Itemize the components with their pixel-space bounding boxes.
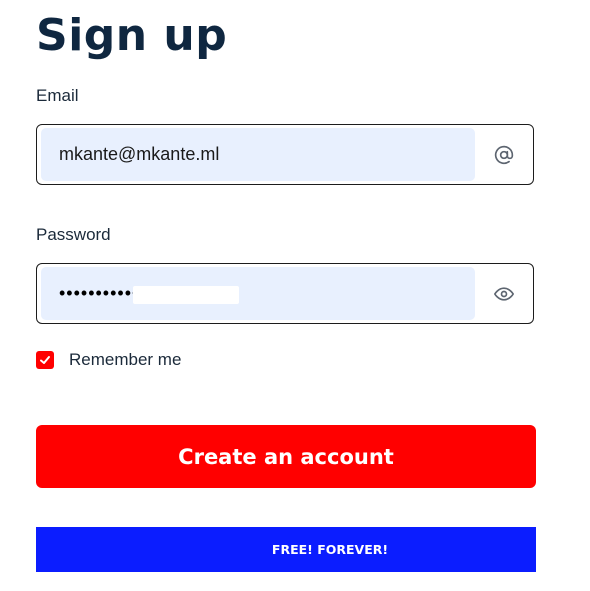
email-field[interactable]: mkante@mkante.ml — [36, 124, 534, 185]
password-field[interactable]: ••••••••••• — [36, 263, 534, 324]
password-value: ••••••••••• — [59, 283, 140, 303]
redaction-mask — [133, 286, 239, 304]
checkbox-checked-icon[interactable] — [36, 351, 54, 369]
promo-banner: FREE! FOREVER! — [36, 527, 536, 572]
remember-me-checkbox[interactable]: Remember me — [36, 350, 181, 370]
password-label: Password — [36, 225, 111, 244]
promo-banner-text: FREE! FOREVER! — [271, 542, 389, 557]
page-title: Sign up — [36, 10, 228, 61]
create-account-button[interactable]: Create an account — [36, 425, 536, 488]
at-sign-icon — [493, 144, 515, 166]
eye-icon[interactable] — [493, 283, 515, 305]
remember-me-label: Remember me — [69, 350, 182, 369]
email-input[interactable]: mkante@mkante.ml — [41, 128, 475, 181]
email-label: Email — [36, 86, 79, 105]
password-input[interactable]: ••••••••••• — [41, 267, 475, 320]
